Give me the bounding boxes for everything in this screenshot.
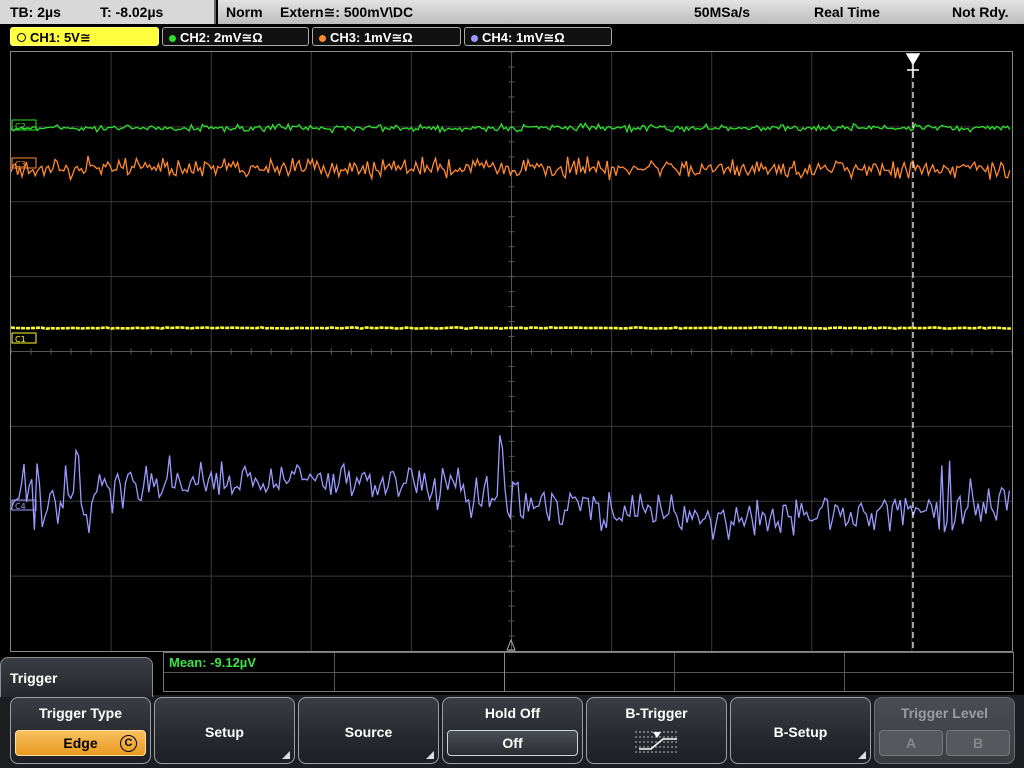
trigger-level-label: Trigger Level — [900, 705, 989, 721]
hold-off-key[interactable]: Hold Off Off — [442, 697, 583, 764]
setup-label: Setup — [205, 724, 244, 740]
channel-marker-label: C2 — [15, 122, 26, 131]
trigger-level-a-button[interactable]: A — [879, 730, 943, 756]
channel-tab-ch3[interactable]: CH3: 1mV≅Ω — [312, 27, 461, 46]
channel-tab-ch1[interactable]: CH1: 5V≅ — [10, 27, 159, 46]
trace-ch1 — [11, 325, 1011, 331]
trace-ch2 — [11, 122, 1011, 134]
trigger-type-value: Edge — [63, 735, 98, 751]
trigger-source-readout: Extern≅: 500mV\DC — [280, 4, 414, 20]
submenu-arrow-icon — [858, 751, 866, 759]
trigger-level-key[interactable]: Trigger Level A B — [874, 697, 1015, 764]
channel-dot-icon — [169, 35, 176, 42]
b-trigger-label: B-Trigger — [625, 705, 688, 721]
trace-ch4 — [11, 435, 1011, 540]
channel-tab-ch2[interactable]: CH2: 2mV≅Ω — [162, 27, 309, 46]
b-setup-label: B-Setup — [773, 724, 828, 740]
hold-off-label: Hold Off — [484, 705, 541, 721]
waveform-display[interactable]: C2 C3 C1 C4 — [10, 51, 1013, 652]
acquisition-panel[interactable]: Norm Extern≅: 500mV\DC 50MSa/s Real Time… — [218, 0, 1024, 24]
trigger-position-icon[interactable] — [905, 53, 921, 78]
channel-marker-ch3[interactable]: C3 — [11, 157, 37, 169]
b-trigger-key[interactable]: B-Trigger — [586, 697, 727, 764]
trigger-type-value-button[interactable]: Edge C — [15, 730, 146, 756]
channel-marker-ch2[interactable]: C2 — [11, 119, 37, 131]
hold-off-value: Off — [502, 735, 523, 751]
channel-marker-label: C1 — [15, 335, 26, 344]
channel-tab-label: CH4: 1mV≅Ω — [482, 30, 565, 45]
setup-key[interactable]: Setup — [154, 697, 295, 764]
measurement-divider — [334, 653, 335, 691]
measurement-panel[interactable]: Mean: -9.12µV — [163, 652, 1014, 692]
sample-rate-readout: 50MSa/s — [694, 4, 751, 20]
channel-dot-icon — [17, 33, 26, 42]
trigger-time-readout: T: -8.02µs — [100, 4, 164, 20]
measurement-divider — [504, 653, 505, 691]
menu-title-tab: Trigger — [0, 657, 153, 697]
trigger-mode-readout: Norm — [226, 4, 263, 20]
channel-tab-label: CH3: 1mV≅Ω — [330, 30, 413, 45]
coupling-c-label: C — [124, 737, 133, 749]
submenu-arrow-icon — [426, 751, 434, 759]
submenu-arrow-icon — [282, 751, 290, 759]
trace-ch3 — [11, 155, 1011, 182]
menu-title: Trigger — [10, 670, 58, 686]
measurement-divider — [674, 653, 675, 691]
mean-measurement: Mean: -9.12µV — [169, 655, 256, 670]
measurement-divider — [844, 653, 845, 691]
coupling-c-icon: C — [120, 735, 137, 752]
waveform-graticule: C2 C3 C1 C4 — [11, 52, 1012, 651]
hold-off-value-button[interactable]: Off — [447, 730, 578, 756]
measurement-divider — [164, 672, 1013, 673]
status-bar: TB: 2µs T: -8.02µs Norm Extern≅: 500mV\D… — [0, 0, 1024, 24]
b-trigger-icon — [635, 731, 679, 753]
trigger-level-b-button[interactable]: B — [946, 730, 1010, 756]
acquisition-mode-readout: Real Time — [814, 4, 880, 20]
trigger-type-key[interactable]: Trigger Type Edge C — [10, 697, 151, 764]
channel-marker-ch1[interactable]: C1 — [11, 332, 37, 344]
channel-tab-label: CH1: 5V≅ — [30, 30, 91, 45]
timebase-panel[interactable]: TB: 2µs T: -8.02µs — [0, 0, 216, 24]
source-label: Source — [344, 724, 393, 740]
channel-marker-label: C3 — [15, 160, 26, 169]
trigger-type-label: Trigger Type — [39, 705, 122, 721]
graticule-lines — [11, 52, 1012, 651]
trigger-level-a-label: A — [905, 735, 917, 751]
channel-tab-ch4[interactable]: CH4: 1mV≅Ω — [464, 27, 612, 46]
trigger-state-readout: Not Rdy. — [952, 4, 1009, 20]
channel-tab-label: CH2: 2mV≅Ω — [180, 30, 263, 45]
source-key[interactable]: Source — [298, 697, 439, 764]
channel-dot-icon — [471, 35, 478, 42]
channel-dot-icon — [319, 35, 326, 42]
timebase-readout: TB: 2µs — [10, 4, 61, 20]
trigger-level-b-label: B — [972, 735, 984, 751]
b-setup-key[interactable]: B-Setup — [730, 697, 871, 764]
channel-marker-label: C4 — [15, 502, 26, 511]
